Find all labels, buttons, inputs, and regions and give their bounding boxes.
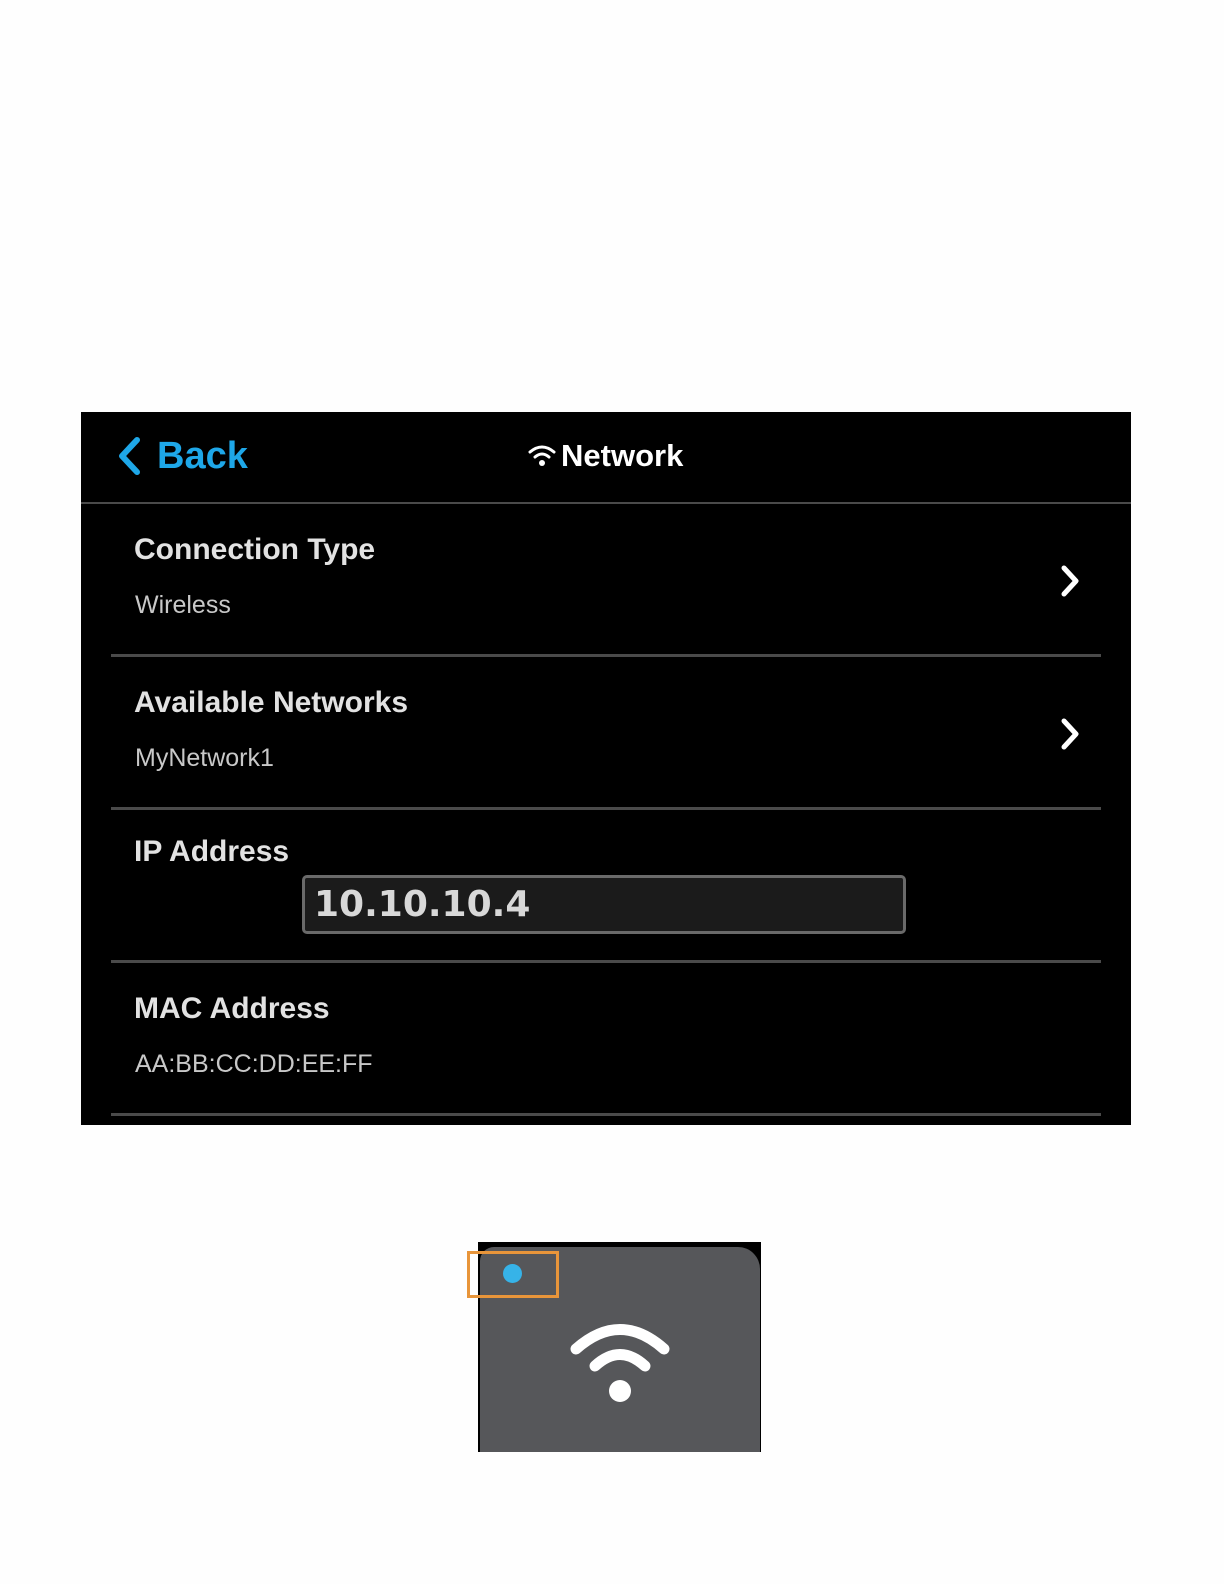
wifi-icon (528, 445, 556, 466)
available-networks-label: Available Networks (134, 686, 408, 719)
page-title-group: Network (527, 436, 683, 476)
mac-address-value: AA:BB:CC:DD:EE:FF (135, 1050, 373, 1078)
ip-address-label: IP Address (134, 835, 290, 868)
page-title: Network (561, 438, 684, 473)
network-settings-screen: Back Network Connection Type Wireless Av… (81, 412, 1131, 1125)
available-networks-row[interactable]: Available Networks MyNetwork1 (111, 657, 1101, 810)
mac-address-label: MAC Address (134, 992, 330, 1025)
mac-address-row: MAC Address AA:BB:CC:DD:EE:FF (111, 963, 1101, 1116)
connection-type-row[interactable]: Connection Type Wireless (111, 504, 1101, 657)
connection-type-value: Wireless (135, 591, 231, 619)
available-networks-value: MyNetwork1 (135, 744, 274, 772)
chevron-right-icon[interactable] (1059, 717, 1081, 751)
ip-address-field[interactable] (302, 875, 906, 934)
connection-type-label: Connection Type (134, 533, 376, 566)
ip-address-row: IP Address (111, 810, 1101, 963)
header-bar: Back Network (81, 412, 1131, 504)
wifi-icon (570, 1324, 670, 1402)
back-label: Back (157, 435, 248, 477)
chevron-left-icon (119, 437, 140, 475)
indicator-highlight-box (467, 1251, 559, 1298)
chevron-right-icon[interactable] (1059, 564, 1081, 598)
back-button[interactable]: Back (115, 434, 248, 478)
